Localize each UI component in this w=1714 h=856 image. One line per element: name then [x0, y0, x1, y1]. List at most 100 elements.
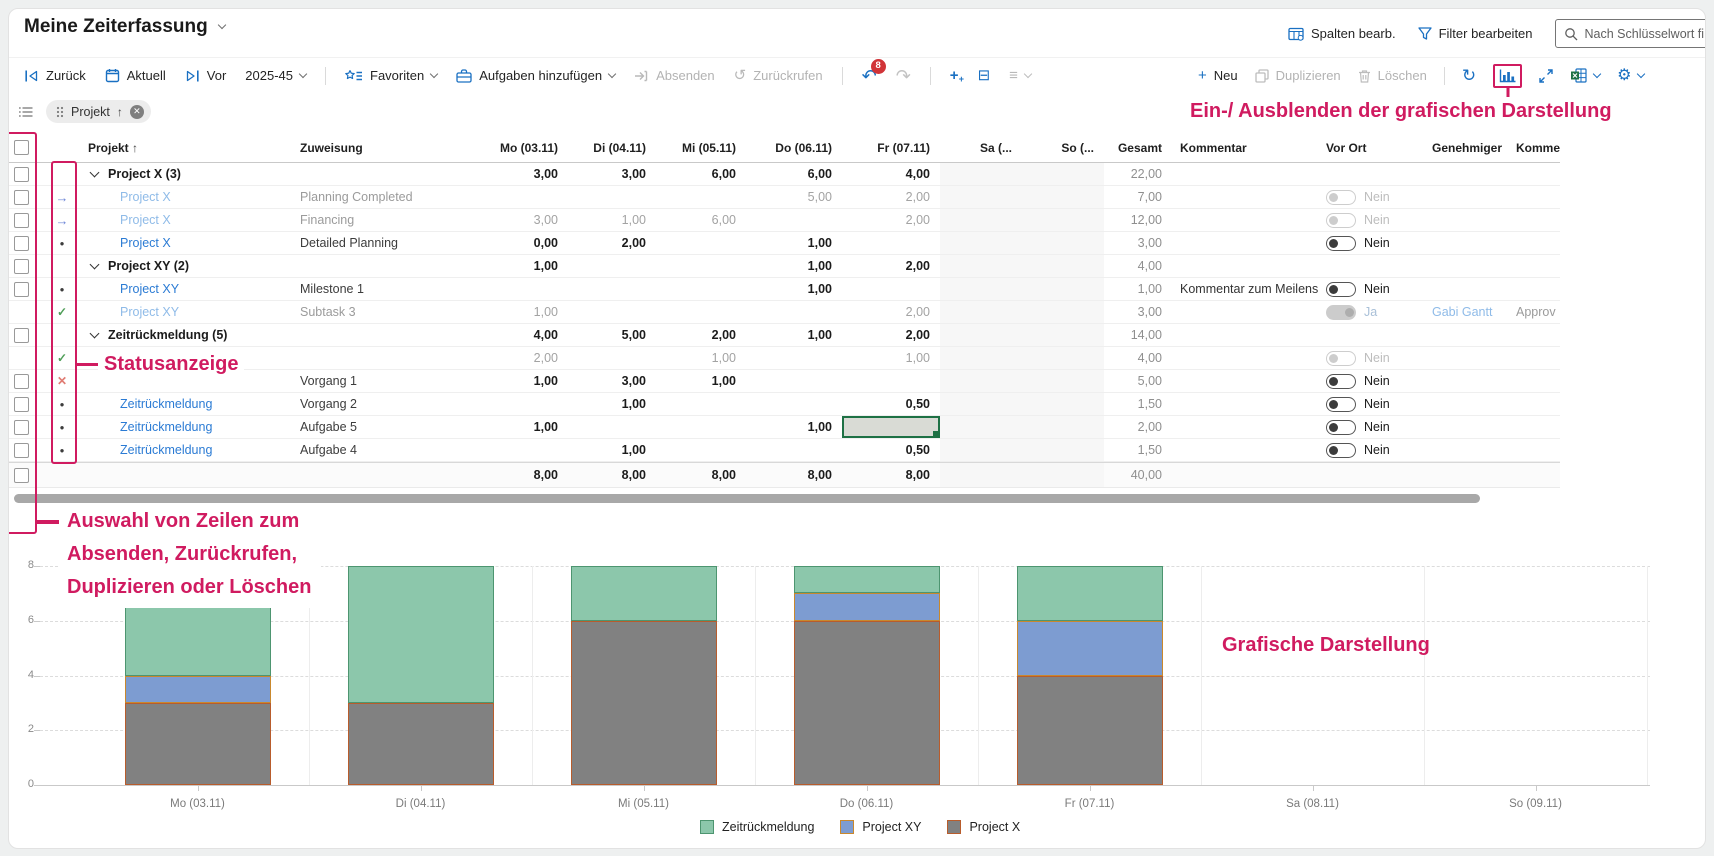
toggle-chart-button[interactable]	[1493, 64, 1522, 88]
assignment-header[interactable]: Zuweisung	[300, 133, 480, 162]
day-cell[interactable]: 1,00	[656, 370, 746, 392]
edit-columns-button[interactable]: Spalten bearb.	[1288, 26, 1396, 41]
day-cell[interactable]: 1,00	[480, 255, 568, 277]
day-cell[interactable]: 2,00	[656, 324, 746, 346]
chevron-down-icon[interactable]	[217, 21, 225, 29]
selected-cell[interactable]	[842, 416, 940, 438]
sunday-header[interactable]: So (...	[1022, 133, 1104, 162]
day-cell[interactable]: 1,00	[480, 370, 568, 392]
submit-button[interactable]: Absenden	[634, 68, 715, 83]
onsite-toggle[interactable]	[1326, 397, 1356, 412]
comment-cell[interactable]	[1172, 232, 1318, 254]
onsite-toggle[interactable]	[1326, 351, 1356, 366]
onsite-toggle[interactable]	[1326, 374, 1356, 389]
total-header[interactable]: Gesamt	[1104, 133, 1172, 162]
day-cell[interactable]: 1,00	[746, 278, 842, 300]
onsite-toggle[interactable]	[1326, 420, 1356, 435]
day-cell[interactable]	[656, 278, 746, 300]
day-header[interactable]: Do (06.11)	[746, 133, 842, 162]
saturday-header[interactable]: Sa (...	[940, 133, 1022, 162]
day-cell[interactable]	[656, 416, 746, 438]
onsite-toggle[interactable]	[1326, 190, 1356, 205]
approver-link[interactable]: Gabi Gantt	[1432, 305, 1492, 319]
project-header[interactable]: Projekt ↑	[76, 133, 300, 162]
day-cell[interactable]: 4,00	[842, 163, 940, 185]
day-cell[interactable]: 1,00	[480, 301, 568, 323]
day-cell[interactable]: 1,00	[746, 324, 842, 346]
day-cell[interactable]	[842, 232, 940, 254]
comment-cell[interactable]	[1172, 347, 1318, 369]
day-cell[interactable]: 2,00	[842, 324, 940, 346]
day-cell[interactable]	[568, 255, 656, 277]
project-link[interactable]: Project XY	[120, 282, 179, 296]
day-cell[interactable]	[656, 232, 746, 254]
comment-header[interactable]: Kommentar	[1172, 133, 1318, 162]
row-options-button[interactable]: ≡	[1009, 68, 1031, 83]
recall-button[interactable]: ↺ Zurückrufen	[734, 68, 823, 83]
project-link[interactable]: Project X	[120, 236, 171, 250]
add-tasks-button[interactable]: Aufgaben hinzufügen	[456, 68, 615, 83]
day-cell[interactable]	[568, 416, 656, 438]
day-cell[interactable]: 2,00	[842, 255, 940, 277]
collapse-rows-icon[interactable]: ⊟	[978, 68, 991, 83]
horizontal-scrollbar[interactable]	[14, 494, 1480, 503]
new-button[interactable]: + Neu	[1198, 68, 1238, 83]
project-link[interactable]: Project XY	[120, 305, 179, 319]
day-cell[interactable]	[480, 278, 568, 300]
delete-button[interactable]: Löschen	[1358, 68, 1427, 83]
day-cell[interactable]	[568, 186, 656, 208]
refresh-icon[interactable]: ↻	[1462, 67, 1476, 84]
day-cell[interactable]	[480, 186, 568, 208]
day-cell[interactable]: 2,00	[842, 209, 940, 231]
day-cell[interactable]: 1,00	[480, 416, 568, 438]
day-cell[interactable]: 6,00	[746, 163, 842, 185]
group-by-chip[interactable]: Projekt ↑ ✕	[46, 100, 151, 123]
day-cell[interactable]: 1,00	[746, 255, 842, 277]
day-cell[interactable]: 4,00	[480, 324, 568, 346]
day-header[interactable]: Mi (05.11)	[656, 133, 746, 162]
outline-view-icon[interactable]	[18, 106, 33, 118]
comment-cell[interactable]	[1172, 255, 1318, 277]
day-cell[interactable]	[568, 301, 656, 323]
project-link[interactable]: Zeitrückmeldung	[120, 443, 212, 457]
undo-button[interactable]: ↶8	[862, 67, 877, 85]
day-cell[interactable]: 5,00	[746, 186, 842, 208]
day-cell[interactable]: 0,50	[842, 439, 940, 461]
search-input[interactable]: Nach Schlüsselwort fi...	[1555, 19, 1706, 48]
current-week-button[interactable]: Aktuell	[105, 68, 166, 83]
day-cell[interactable]: 1,00	[746, 232, 842, 254]
approver-header[interactable]: Genehmiger	[1424, 133, 1512, 162]
period-select[interactable]: 2025-45	[245, 68, 306, 83]
day-cell[interactable]	[656, 255, 746, 277]
day-cell[interactable]: 1,00	[656, 347, 746, 369]
day-cell[interactable]	[842, 416, 940, 438]
day-cell[interactable]	[746, 370, 842, 392]
day-cell[interactable]	[480, 393, 568, 415]
day-cell[interactable]	[746, 439, 842, 461]
chevron-down-icon[interactable]	[90, 168, 100, 178]
day-cell[interactable]	[656, 439, 746, 461]
onsite-toggle[interactable]	[1326, 282, 1356, 297]
back-button[interactable]: Zurück	[24, 68, 86, 83]
day-cell[interactable]: 1,00	[568, 393, 656, 415]
settings-button[interactable]: ⚙	[1617, 68, 1644, 84]
day-cell[interactable]: 3,00	[480, 209, 568, 231]
day-cell[interactable]	[568, 278, 656, 300]
day-cell[interactable]	[568, 347, 656, 369]
project-link[interactable]: Project X	[120, 190, 171, 204]
forward-button[interactable]: Vor	[185, 68, 227, 83]
day-cell[interactable]	[842, 278, 940, 300]
comment-cell[interactable]	[1172, 324, 1318, 346]
project-link[interactable]: Zeitrückmeldung	[120, 397, 212, 411]
day-cell[interactable]	[480, 439, 568, 461]
comment-cell[interactable]	[1172, 416, 1318, 438]
day-cell[interactable]: 1,00	[842, 347, 940, 369]
project-link[interactable]: Project X	[120, 213, 171, 227]
expand-icon[interactable]	[1539, 69, 1553, 83]
day-cell[interactable]	[746, 347, 842, 369]
day-cell[interactable]: 2,00	[480, 347, 568, 369]
day-cell[interactable]: 5,00	[568, 324, 656, 346]
chevron-down-icon[interactable]	[90, 329, 100, 339]
day-cell[interactable]: 0,00	[480, 232, 568, 254]
day-cell[interactable]: 3,00	[480, 163, 568, 185]
